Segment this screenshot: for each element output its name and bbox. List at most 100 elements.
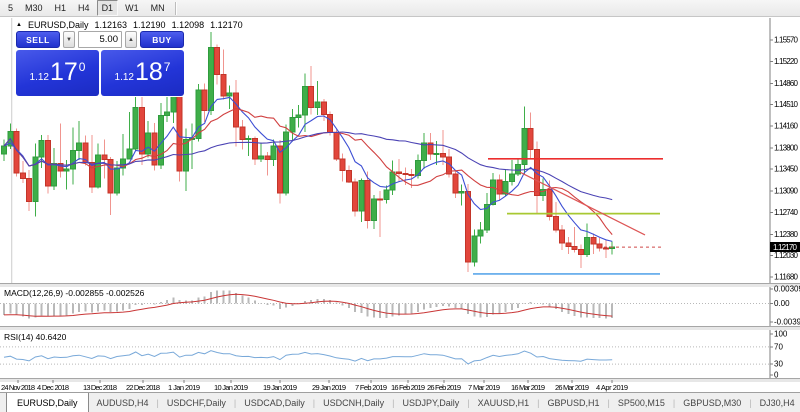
time-axis-label: 29 Jan 2019 xyxy=(312,383,346,392)
time-axis-label: 16 Mar 2019 xyxy=(511,383,545,392)
candle-body xyxy=(528,128,533,149)
candle-body xyxy=(346,170,351,182)
candle-body xyxy=(246,139,251,140)
chart-tab-eurusd-daily[interactable]: EURUSD,Daily xyxy=(6,392,89,412)
time-axis-label: 26 Mar 2019 xyxy=(555,383,589,392)
candle-body xyxy=(2,146,7,154)
price-axis-label: 1.11680 xyxy=(774,273,799,282)
ohlc-open: 1.12163 xyxy=(94,20,127,30)
candle-body xyxy=(315,102,320,107)
timeframe-toolbar: 5M30H1H4D1W1MN xyxy=(0,0,800,17)
candle-body xyxy=(77,143,82,150)
sell-button[interactable]: SELL xyxy=(16,31,60,48)
candle-body xyxy=(409,175,414,176)
candle-body xyxy=(560,230,565,243)
candle-body xyxy=(453,174,458,193)
candle-body xyxy=(472,236,477,262)
candle-body xyxy=(353,182,358,211)
sell-price-pipette: 0 xyxy=(79,60,86,74)
time-axis-label: 4 Dec 2018 xyxy=(37,383,69,392)
candle-body xyxy=(208,47,213,110)
candle-body xyxy=(252,139,257,159)
candle-body xyxy=(215,47,220,74)
timeframe-button-5[interactable]: 5 xyxy=(3,0,18,16)
candle-body xyxy=(259,156,264,159)
price-axis-label: 1.12030 xyxy=(774,251,799,260)
toolbar-separator xyxy=(175,2,177,15)
timeframe-button-m30[interactable]: M30 xyxy=(20,0,48,16)
timeframe-button-mn[interactable]: MN xyxy=(146,0,170,16)
chart-tab-dj30-h4[interactable]: DJ30,H4 xyxy=(752,393,800,412)
candle-body xyxy=(240,127,245,139)
chart-tab-gbpusd-m30[interactable]: GBPUSD,M30 xyxy=(675,393,749,412)
chart-tab-usdcad-daily[interactable]: USDCAD,Daily xyxy=(236,393,313,412)
candle-body xyxy=(371,199,376,220)
time-axis-label: 13 Dec 2018 xyxy=(83,383,117,392)
time-axis-label: 1 Jan 2019 xyxy=(168,383,200,392)
macd-indicator-label: MACD(12,26,9) -0.002855 -0.002526 xyxy=(4,288,145,298)
volume-input[interactable] xyxy=(78,31,122,48)
macd-axis-label: -0.003947 xyxy=(774,318,800,327)
ohlc-low: 1.12098 xyxy=(172,20,205,30)
candle-body xyxy=(27,178,32,201)
timeframe-button-h4[interactable]: H4 xyxy=(73,0,95,16)
candle-body xyxy=(585,237,590,254)
candle-body xyxy=(146,133,151,154)
time-axis-label: 24 Nov 2018 xyxy=(1,383,35,392)
ohlc-high: 1.12190 xyxy=(133,20,166,30)
chart-tab-usdchf-daily[interactable]: USDCHF,Daily xyxy=(159,393,234,412)
candle-body xyxy=(96,155,101,187)
timeframe-button-w1[interactable]: W1 xyxy=(120,0,144,16)
candle-body xyxy=(390,172,395,190)
candle-body xyxy=(509,174,514,181)
candle-body xyxy=(440,153,445,157)
candle-body xyxy=(171,95,176,112)
candle-body xyxy=(233,93,238,127)
sell-price-prefix: 1.12 xyxy=(30,72,49,83)
buy-price-display[interactable]: 1.12 18 7 xyxy=(101,50,184,96)
candle-body xyxy=(359,181,364,211)
sell-price-display[interactable]: 1.12 17 0 xyxy=(16,50,99,96)
chart-tab-audusd-h4[interactable]: AUDUSD,H4 xyxy=(89,393,157,412)
chart-tab-usdcnh-daily[interactable]: USDCNH,Daily xyxy=(315,393,392,412)
ohlc-close: 1.12170 xyxy=(210,20,243,30)
chart-tab-gbpusd-h1[interactable]: GBPUSD,H1 xyxy=(540,393,608,412)
buy-price-pipette: 7 xyxy=(164,60,171,74)
buy-button[interactable]: BUY xyxy=(140,31,184,48)
time-axis-label: 7 Mar 2019 xyxy=(468,383,500,392)
chart-tab-usdjpy-daily[interactable]: USDJPY,Daily xyxy=(394,393,467,412)
volume-decrease-button[interactable]: ▼ xyxy=(63,31,75,48)
candle-body xyxy=(302,86,307,115)
timeframe-button-d1[interactable]: D1 xyxy=(97,0,119,16)
chart-symbol-label: EURUSD,Daily xyxy=(28,20,89,30)
time-axis-label: 26 Feb 2019 xyxy=(427,383,461,392)
time-axis-label: 16 Feb 2019 xyxy=(391,383,425,392)
price-axis-label: 1.14860 xyxy=(774,79,799,88)
candle-body xyxy=(277,146,282,193)
candle-body xyxy=(340,159,345,171)
volume-increase-button[interactable]: ▲ xyxy=(125,31,137,48)
current-price-label: 1.12170 xyxy=(773,243,798,252)
candle-body xyxy=(603,248,608,249)
candle-body xyxy=(465,192,470,262)
candle-body xyxy=(114,168,119,193)
candle-body xyxy=(478,230,483,236)
timeframe-button-h1[interactable]: H1 xyxy=(50,0,72,16)
candle-body xyxy=(459,192,464,193)
candle-body xyxy=(296,115,301,117)
chart-tab-xauusd-h1[interactable]: XAUUSD,H1 xyxy=(470,393,538,412)
candle-body xyxy=(572,247,577,250)
mt4-terminal: 5M30H1H4D1W1MN 1.155701.152201.148601.14… xyxy=(0,0,800,412)
time-axis-label: 22 Dec 2018 xyxy=(126,383,160,392)
price-axis-label: 1.14160 xyxy=(774,121,799,130)
candle-body xyxy=(202,90,207,111)
chart-ohlc-title: ▲ EURUSD,Daily 1.12163 1.12190 1.12098 1… xyxy=(16,20,243,30)
candle-body xyxy=(64,169,69,171)
candle-body xyxy=(321,102,326,114)
macd-axis-label: 0.00 xyxy=(774,299,790,308)
one-click-trade-panel: SELL ▼ ▲ BUY 1.12 17 0 1.12 18 7 xyxy=(15,30,185,97)
time-axis-label: 7 Feb 2019 xyxy=(355,383,387,392)
candle-body xyxy=(309,86,314,107)
chart-tab-sp500-m15[interactable]: SP500,M15 xyxy=(610,393,673,412)
candle-body xyxy=(334,133,339,159)
